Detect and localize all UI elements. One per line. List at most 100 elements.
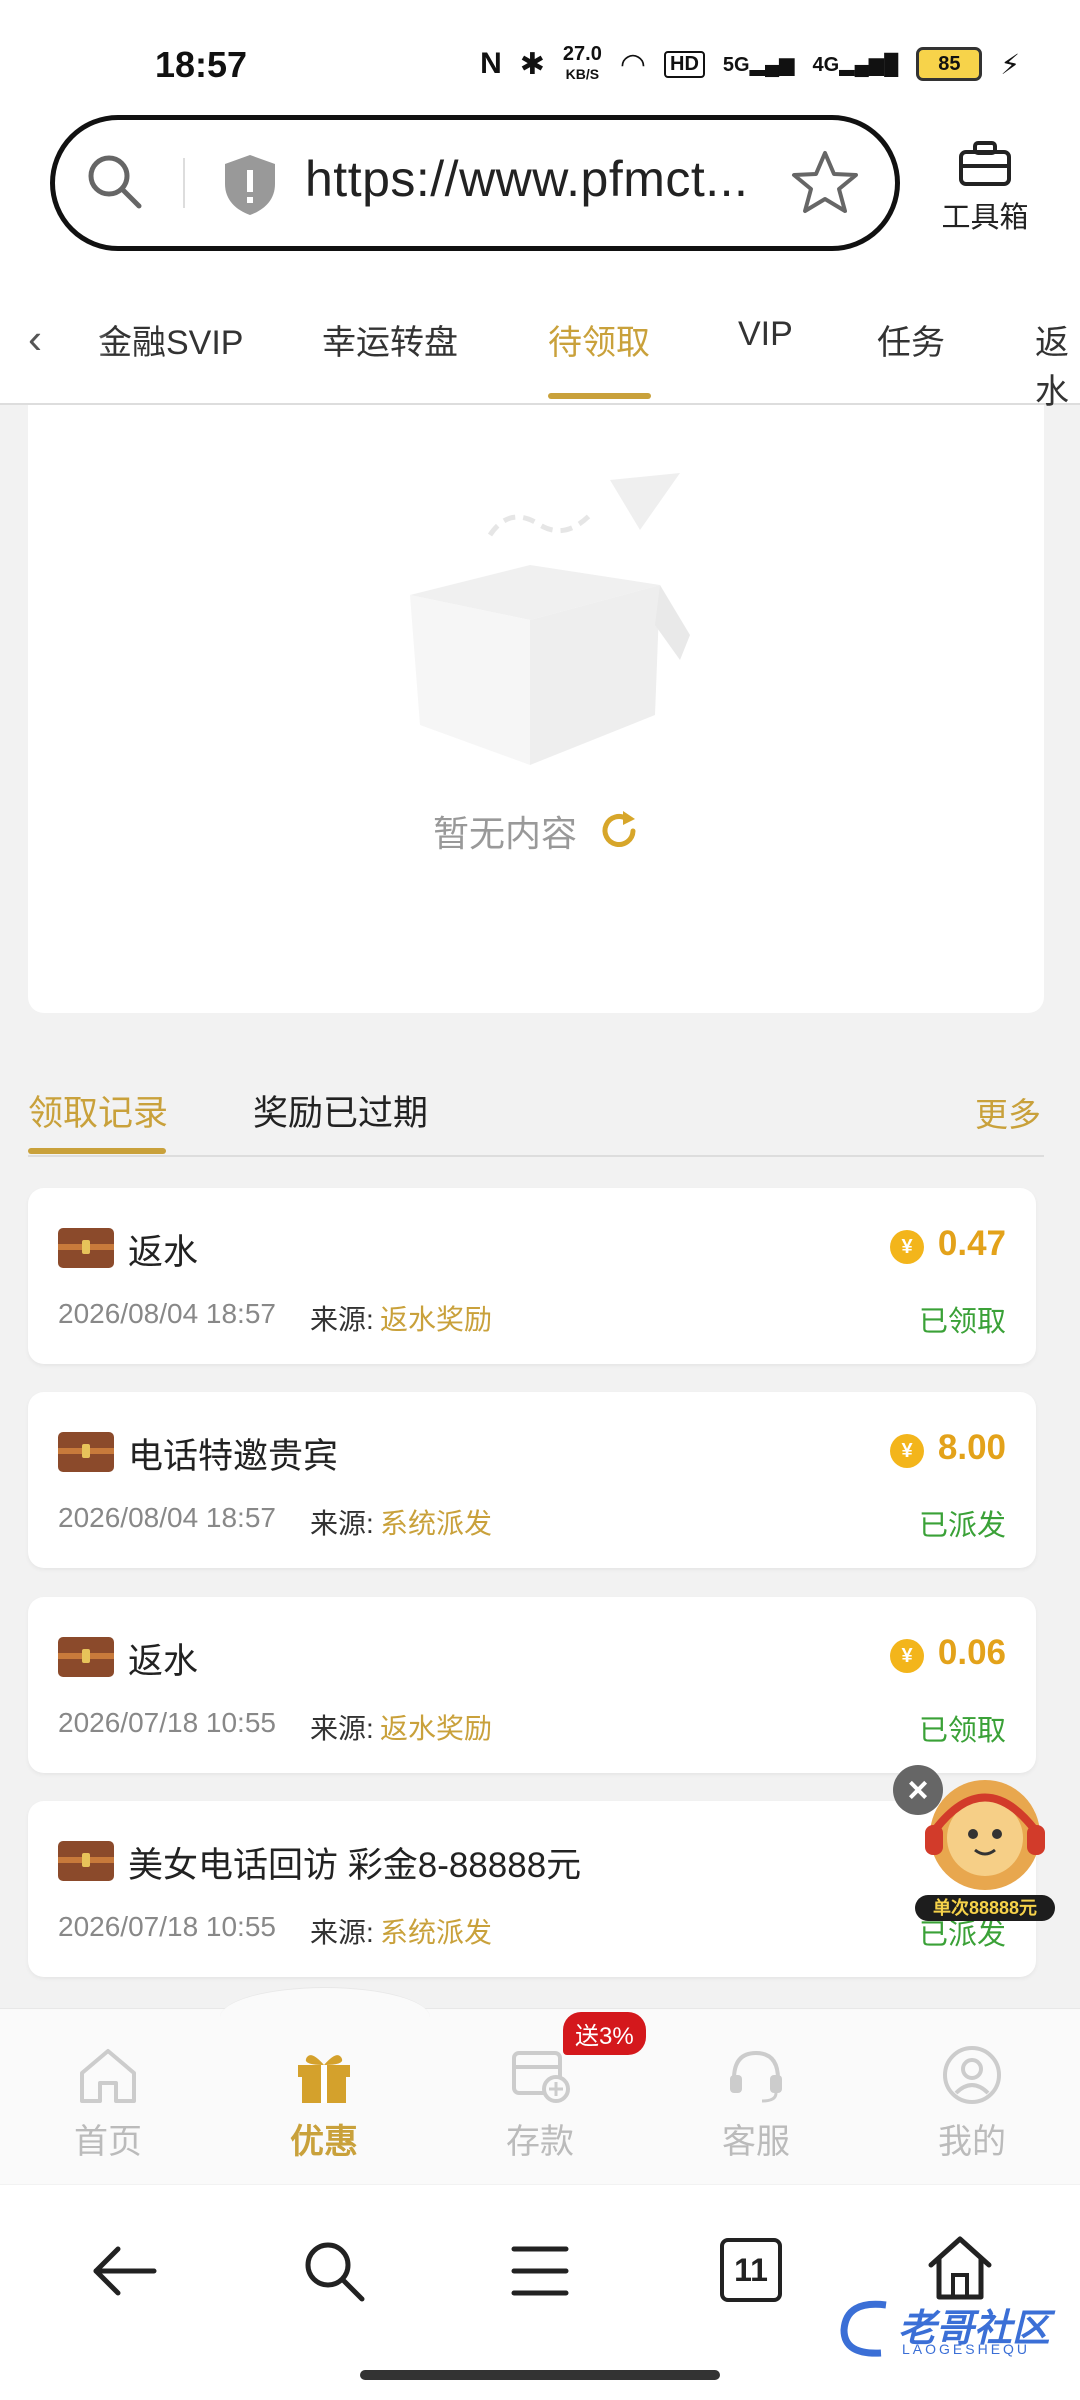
category-tabs: ‹ 金融SVIP 幸运转盘 待领取 VIP 任务 返水	[0, 275, 1080, 411]
toolbox-icon	[959, 141, 1011, 186]
deposit-icon	[512, 2051, 570, 2103]
nfc-icon: N	[480, 47, 502, 80]
status-bar: 18:57 N ✱ 27.0 KB/S ◠ HD 5G▂▄▆ 4G▂▄▆█ 85…	[0, 0, 1080, 110]
browser-bottom-bar: 11 老哥社区 LAOGESHEQU	[0, 2185, 1080, 2400]
record-date: 2026/07/18 10:55	[58, 1911, 276, 1942]
address-bar[interactable]: https://www.pfmct...	[50, 115, 900, 251]
record-item[interactable]: 返水 2026/07/18 10:55 来源: 返水奖励 ¥ 0.06 已领取	[28, 1597, 1036, 1773]
toolbox-button[interactable]: 工具箱	[925, 140, 1045, 236]
record-status: 已领取	[918, 1715, 1006, 1747]
record-title: 美女电话回访 彩金8-88888元	[128, 1846, 582, 1885]
promo-close-button[interactable]: ×	[893, 1765, 943, 1815]
search-icon[interactable]	[300, 2237, 368, 2305]
treasure-chest-icon	[58, 1637, 114, 1677]
menu-icon[interactable]	[510, 2243, 570, 2299]
tabs-count-button[interactable]: 11	[720, 2238, 782, 2302]
empty-box-illustration	[410, 473, 690, 765]
tabs-count: 11	[734, 2252, 768, 2288]
home-icon	[80, 2049, 136, 2103]
treasure-chest-icon	[58, 1228, 114, 1268]
bluetooth-icon: ✱	[519, 47, 545, 81]
record-source-label: 来源:	[310, 1508, 374, 1539]
empty-state-text: 暂无内容	[433, 813, 578, 854]
deposit-bonus-badge: 送3%	[563, 2012, 646, 2055]
tab-vip[interactable]: VIP	[738, 315, 793, 354]
home-indicator	[360, 2370, 720, 2380]
record-amount: 0.06	[937, 1633, 1006, 1672]
nav-promotions-label: 优惠	[290, 2123, 358, 2161]
net-speed-value: 27.0	[562, 43, 602, 65]
signal-5g-icon: 5G▂▄▆	[722, 53, 795, 76]
records-divider	[28, 1155, 1044, 1157]
coin-icon: ¥	[890, 1230, 924, 1264]
record-source-label: 来源:	[310, 1713, 374, 1744]
refresh-icon[interactable]	[597, 809, 641, 853]
dragon-logo-icon	[840, 2300, 887, 2357]
treasure-chest-icon	[58, 1841, 114, 1881]
address-divider	[183, 158, 185, 208]
charging-icon: ⚡	[1000, 48, 1020, 80]
url-text[interactable]: https://www.pfmct...	[305, 150, 748, 208]
nav-support[interactable]: 客服	[696, 2045, 816, 2163]
record-source: 系统派发	[380, 1917, 493, 1948]
wifi-icon: ◠	[619, 47, 647, 81]
nav-bump	[220, 1987, 430, 2048]
record-item[interactable]: 返水 2026/08/04 18:57 来源: 返水奖励 ¥ 0.47 已领取	[28, 1188, 1036, 1364]
nav-support-label: 客服	[722, 2123, 790, 2161]
promo-label: 单次88888元	[915, 1895, 1055, 1921]
tab-lucky-wheel[interactable]: 幸运转盘	[322, 315, 458, 364]
record-source: 返水奖励	[380, 1304, 493, 1335]
status-icons: N ✱ 27.0 KB/S ◠ HD 5G▂▄▆ 4G▂▄▆█ 85 ⚡	[480, 44, 1020, 84]
tab-tasks[interactable]: 任务	[877, 315, 945, 364]
search-icon[interactable]	[83, 150, 147, 214]
record-date: 2026/08/04 18:57	[58, 1502, 276, 1533]
signal-4g-label: 4G	[812, 53, 840, 76]
tab-pending[interactable]: 待领取	[548, 315, 650, 364]
tab-pending-underline	[548, 393, 651, 399]
record-title: 电话特邀贵宾	[128, 1437, 339, 1476]
record-date: 2026/07/18 10:55	[58, 1707, 276, 1738]
coin-icon: ¥	[890, 1639, 924, 1673]
record-source: 返水奖励	[380, 1713, 493, 1744]
nav-home-label: 首页	[74, 2123, 142, 2161]
status-time: 18:57	[155, 44, 248, 85]
nav-promotions[interactable]: 优惠	[264, 2045, 384, 2163]
nav-deposit-label: 存款	[506, 2123, 574, 2161]
record-source-label: 来源:	[310, 1304, 374, 1335]
app-bottom-nav: 首页 优惠 存款 客服 我的	[0, 1987, 1080, 2184]
watermark-subtext: LAOGESHEQU	[902, 2341, 1031, 2357]
record-item[interactable]: 电话特邀贵宾 2026/08/04 18:57 来源: 系统派发 ¥ 8.00 …	[28, 1392, 1036, 1568]
record-title: 返水	[128, 1642, 199, 1681]
headset-icon	[730, 2050, 782, 2103]
back-arrow-icon[interactable]	[88, 2241, 160, 2301]
record-title: 返水	[128, 1233, 199, 1272]
tab-svip[interactable]: 金融SVIP	[98, 315, 243, 364]
shield-icon[interactable]	[220, 152, 280, 218]
treasure-chest-icon	[58, 1432, 114, 1472]
battery-icon: 85	[916, 47, 983, 81]
record-source-label: 来源:	[310, 1917, 374, 1948]
watermark: 老哥社区 LAOGESHEQU	[836, 2295, 1072, 2365]
nav-profile-label: 我的	[938, 2123, 1006, 2161]
net-speed-unit: KB/S	[565, 66, 600, 82]
record-item[interactable]: 美女电话回访 彩金8-88888元 2026/07/18 10:55 来源: 系…	[28, 1801, 1036, 1977]
tab-rebate[interactable]: 返水	[1035, 315, 1080, 413]
user-icon	[943, 2046, 1001, 2104]
battery-level: 85	[938, 52, 961, 75]
tabs-mask-left	[60, 275, 110, 395]
star-icon[interactable]	[790, 148, 860, 218]
nav-home[interactable]: 首页	[48, 2045, 168, 2163]
toolbox-label: 工具箱	[941, 202, 1029, 234]
nav-profile[interactable]: 我的	[912, 2045, 1032, 2163]
record-source: 系统派发	[380, 1508, 493, 1539]
tab-expired-rewards[interactable]: 奖励已过期	[253, 1085, 428, 1136]
record-date: 2026/08/04 18:57	[58, 1298, 276, 1329]
tab-claim-records[interactable]: 领取记录	[28, 1085, 168, 1136]
record-amount: 8.00	[937, 1428, 1006, 1467]
home-icon[interactable]	[925, 2233, 995, 2303]
tabs-left-arrow[interactable]: ‹	[28, 315, 42, 363]
more-link[interactable]: 更多	[975, 1088, 1041, 1136]
net-speed: 27.0 KB/S	[563, 44, 602, 84]
nav-deposit[interactable]: 存款	[480, 2045, 600, 2163]
record-status: 已派发	[918, 1510, 1006, 1542]
